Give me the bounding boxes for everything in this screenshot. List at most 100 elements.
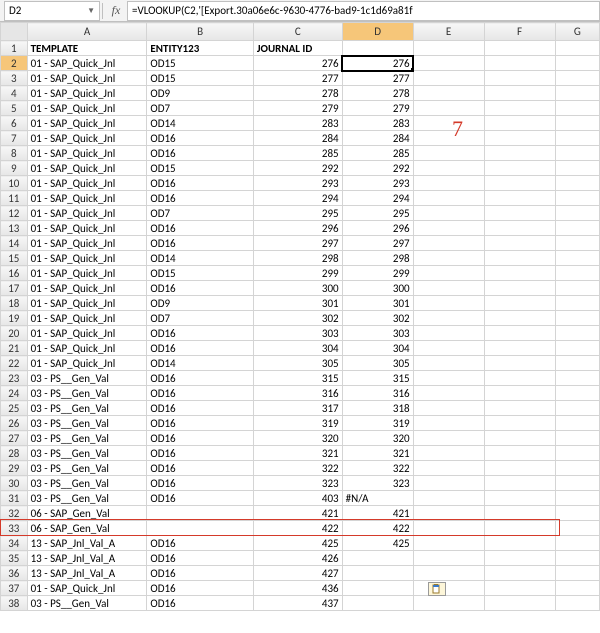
row-header-27[interactable]: 27 xyxy=(1,431,28,446)
cell-E31[interactable] xyxy=(413,491,484,506)
cell-E6[interactable] xyxy=(413,116,484,131)
cell-B11[interactable]: OD16 xyxy=(147,191,253,206)
cell-G9[interactable] xyxy=(555,161,599,176)
cell-A7[interactable]: 01 - SAP_Quick_Jnl xyxy=(27,131,147,146)
cell-F30[interactable] xyxy=(484,476,555,491)
row-header-1[interactable]: 1 xyxy=(1,41,28,56)
cell-C24[interactable]: 316 xyxy=(253,386,342,401)
cell-G10[interactable] xyxy=(555,176,599,191)
cell-C18[interactable]: 301 xyxy=(253,296,342,311)
row-header-2[interactable]: 2 xyxy=(1,56,28,71)
cell-B30[interactable]: OD16 xyxy=(147,476,253,491)
cell-D10[interactable]: 293 xyxy=(342,176,413,191)
cell-D28[interactable]: 321 xyxy=(342,446,413,461)
cell-A9[interactable]: 01 - SAP_Quick_Jnl xyxy=(27,161,147,176)
cell-B37[interactable]: OD16 xyxy=(147,581,253,596)
row-header-25[interactable]: 25 xyxy=(1,401,28,416)
cell-A21[interactable]: 01 - SAP_Quick_Jnl xyxy=(27,341,147,356)
cell-D20[interactable]: 303 xyxy=(342,326,413,341)
cell-D36[interactable] xyxy=(342,566,413,581)
cell-E21[interactable] xyxy=(413,341,484,356)
cell-D15[interactable]: 298 xyxy=(342,251,413,266)
cell-F27[interactable] xyxy=(484,431,555,446)
row-header-30[interactable]: 30 xyxy=(1,476,28,491)
cell-G24[interactable] xyxy=(555,386,599,401)
cell-F1[interactable] xyxy=(484,41,555,56)
cell-F23[interactable] xyxy=(484,371,555,386)
cell-F17[interactable] xyxy=(484,281,555,296)
cell-B10[interactable]: OD16 xyxy=(147,176,253,191)
cell-A25[interactable]: 03 - PS__Gen_Val xyxy=(27,401,147,416)
cell-A11[interactable]: 01 - SAP_Quick_Jnl xyxy=(27,191,147,206)
cell-E19[interactable] xyxy=(413,311,484,326)
cell-A10[interactable]: 01 - SAP_Quick_Jnl xyxy=(27,176,147,191)
cell-C22[interactable]: 305 xyxy=(253,356,342,371)
cell-G27[interactable] xyxy=(555,431,599,446)
col-header-D[interactable]: D xyxy=(342,23,413,41)
cell-F7[interactable] xyxy=(484,131,555,146)
cell-G26[interactable] xyxy=(555,416,599,431)
cell-A32[interactable]: 06 - SAP_Gen_Val xyxy=(27,506,147,521)
cell-B12[interactable]: OD7 xyxy=(147,206,253,221)
row-header-3[interactable]: 3 xyxy=(1,71,28,86)
cell-D1[interactable] xyxy=(342,41,413,56)
cell-D22[interactable]: 305 xyxy=(342,356,413,371)
cell-D18[interactable]: 301 xyxy=(342,296,413,311)
cell-C16[interactable]: 299 xyxy=(253,266,342,281)
row-header-13[interactable]: 13 xyxy=(1,221,28,236)
cell-E3[interactable] xyxy=(413,71,484,86)
cell-A6[interactable]: 01 - SAP_Quick_Jnl xyxy=(27,116,147,131)
cell-F19[interactable] xyxy=(484,311,555,326)
cell-C21[interactable]: 304 xyxy=(253,341,342,356)
cell-E9[interactable] xyxy=(413,161,484,176)
cell-E22[interactable] xyxy=(413,356,484,371)
row-header-4[interactable]: 4 xyxy=(1,86,28,101)
cell-F37[interactable] xyxy=(484,581,555,596)
cell-B15[interactable]: OD14 xyxy=(147,251,253,266)
cell-E25[interactable] xyxy=(413,401,484,416)
cell-D13[interactable]: 296 xyxy=(342,221,413,236)
cell-F2[interactable] xyxy=(484,56,555,71)
cell-D11[interactable]: 294 xyxy=(342,191,413,206)
cell-C3[interactable]: 277 xyxy=(253,71,342,86)
cell-C5[interactable]: 279 xyxy=(253,101,342,116)
row-header-14[interactable]: 14 xyxy=(1,236,28,251)
cell-E32[interactable] xyxy=(413,506,484,521)
cell-A4[interactable]: 01 - SAP_Quick_Jnl xyxy=(27,86,147,101)
cell-D6[interactable]: 283 xyxy=(342,116,413,131)
cell-F38[interactable] xyxy=(484,596,555,611)
cell-B2[interactable]: OD15 xyxy=(147,56,253,71)
cell-F11[interactable] xyxy=(484,191,555,206)
cell-F35[interactable] xyxy=(484,551,555,566)
cell-F22[interactable] xyxy=(484,356,555,371)
cell-G6[interactable] xyxy=(555,116,599,131)
row-header-10[interactable]: 10 xyxy=(1,176,28,191)
cell-C6[interactable]: 283 xyxy=(253,116,342,131)
select-all-corner[interactable] xyxy=(1,23,28,41)
row-header-35[interactable]: 35 xyxy=(1,551,28,566)
cell-G31[interactable] xyxy=(555,491,599,506)
cell-F29[interactable] xyxy=(484,461,555,476)
cell-G18[interactable] xyxy=(555,296,599,311)
cell-B32[interactable] xyxy=(147,506,253,521)
cell-D17[interactable]: 300 xyxy=(342,281,413,296)
row-header-29[interactable]: 29 xyxy=(1,461,28,476)
cell-A37[interactable]: 01 - SAP_Quick_Jnl xyxy=(27,581,147,596)
cell-E26[interactable] xyxy=(413,416,484,431)
cell-G7[interactable] xyxy=(555,131,599,146)
name-box[interactable]: D2 ▼ xyxy=(4,1,100,21)
cell-G19[interactable] xyxy=(555,311,599,326)
cell-B38[interactable]: OD16 xyxy=(147,596,253,611)
cell-C38[interactable]: 437 xyxy=(253,596,342,611)
cell-F12[interactable] xyxy=(484,206,555,221)
cell-E7[interactable] xyxy=(413,131,484,146)
cell-B9[interactable]: OD15 xyxy=(147,161,253,176)
cell-C7[interactable]: 284 xyxy=(253,131,342,146)
cell-E18[interactable] xyxy=(413,296,484,311)
row-header-5[interactable]: 5 xyxy=(1,101,28,116)
cell-E38[interactable] xyxy=(413,596,484,611)
cell-E33[interactable] xyxy=(413,521,484,536)
cell-C8[interactable]: 285 xyxy=(253,146,342,161)
grid[interactable]: A B C D E F G 1 TEMPLATE ENTITY123 JOURN… xyxy=(0,22,600,611)
cell-A22[interactable]: 01 - SAP_Quick_Jnl xyxy=(27,356,147,371)
